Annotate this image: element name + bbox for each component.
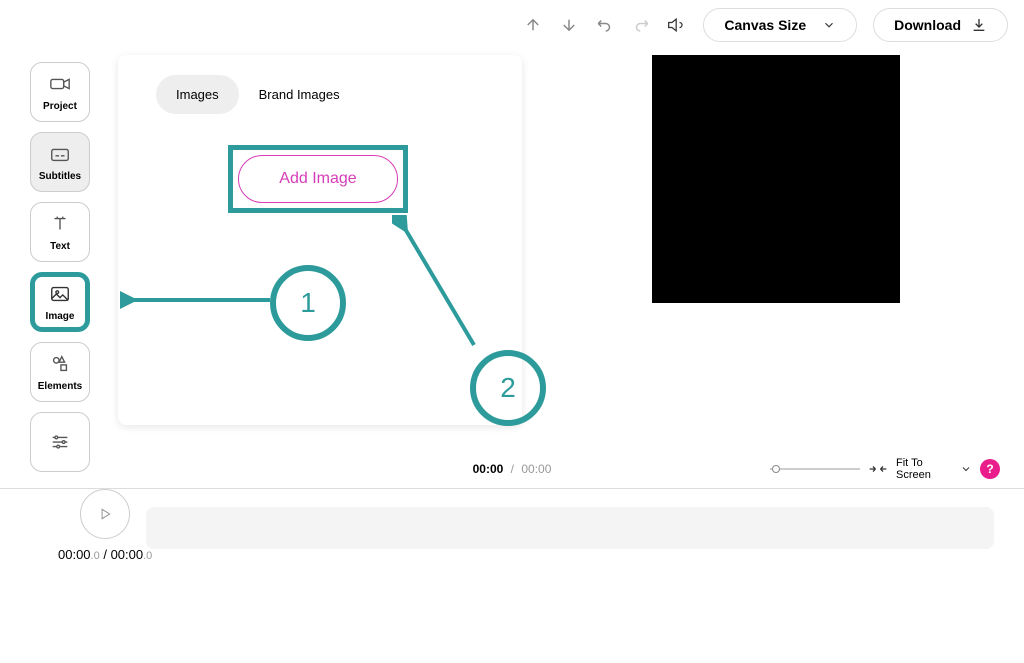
zoom-slider-thumb[interactable] — [772, 465, 780, 473]
canvas-size-label: Canvas Size — [724, 17, 806, 33]
tab-images[interactable]: Images — [156, 75, 239, 114]
time-display: 00:00 / 00:00 — [473, 462, 552, 476]
fit-to-screen-label[interactable]: Fit To Screen — [896, 457, 952, 481]
arrow-up-icon[interactable] — [523, 15, 543, 35]
redo-icon[interactable] — [631, 15, 651, 35]
chevron-down-icon — [822, 18, 836, 32]
sidebar: Project Subtitles Text Image Elements — [30, 62, 90, 472]
callout-2: 2 — [470, 350, 546, 426]
canvas-size-button[interactable]: Canvas Size — [703, 8, 857, 42]
video-preview[interactable] — [652, 55, 900, 303]
timeline-track[interactable] — [146, 507, 994, 549]
undo-icon[interactable] — [595, 15, 615, 35]
help-button[interactable]: ? — [980, 459, 1000, 479]
image-panel: Images Brand Images — [118, 55, 522, 425]
volume-icon[interactable] — [667, 15, 687, 35]
sidebar-item-label: Subtitles — [39, 171, 81, 182]
time-separator: / — [511, 462, 514, 476]
download-icon — [971, 17, 987, 33]
playbar-duration: 00:00 — [111, 547, 144, 562]
sidebar-item-text[interactable]: Text — [30, 202, 90, 262]
sidebar-item-label: Elements — [38, 381, 82, 392]
playbar-duration-sub: .0 — [143, 550, 152, 562]
playbar-current: 00:00 — [58, 547, 91, 562]
add-image-highlight: Add Image — [228, 145, 408, 213]
current-time: 00:00 — [473, 462, 504, 476]
callout-1: 1 — [270, 265, 346, 341]
duration-time: 00:00 — [521, 462, 551, 476]
sidebar-item-elements[interactable]: Elements — [30, 342, 90, 402]
playbar-sep: / — [100, 547, 111, 562]
sidebar-item-label: Project — [43, 101, 77, 112]
sidebar-item-subtitles[interactable]: Subtitles — [30, 132, 90, 192]
sidebar-item-project[interactable]: Project — [30, 62, 90, 122]
timeline-info-bar: 00:00 / 00:00 Fit To Screen ? — [0, 448, 1024, 488]
shapes-icon — [49, 353, 71, 375]
top-toolbar: Canvas Size Download — [523, 8, 1008, 42]
add-image-button[interactable]: Add Image — [238, 155, 398, 203]
panel-tabs: Images Brand Images — [156, 75, 502, 114]
sidebar-item-label: Text — [50, 241, 70, 252]
zoom-slider[interactable] — [770, 468, 860, 470]
text-icon — [49, 213, 71, 235]
download-button[interactable]: Download — [873, 8, 1008, 42]
play-button[interactable] — [80, 489, 130, 539]
video-camera-icon — [49, 73, 71, 95]
subtitles-icon — [49, 143, 71, 165]
play-area: 00:00.0 / 00:00.0 — [58, 489, 152, 562]
chevron-down-icon[interactable] — [960, 463, 972, 475]
sidebar-item-image[interactable]: Image — [30, 272, 90, 332]
tab-brand-images[interactable]: Brand Images — [239, 75, 360, 114]
fit-arrows-icon — [868, 463, 888, 475]
download-label: Download — [894, 17, 961, 33]
fit-controls: Fit To Screen ? — [770, 457, 1000, 481]
playbar-current-sub: .0 — [91, 550, 100, 562]
arrow-down-icon[interactable] — [559, 15, 579, 35]
playbar-time: 00:00.0 / 00:00.0 — [58, 547, 152, 562]
play-icon — [98, 507, 112, 521]
timeline-section: 00:00.0 / 00:00.0 — [0, 488, 1024, 608]
sidebar-item-label: Image — [46, 311, 75, 322]
image-icon — [49, 283, 71, 305]
